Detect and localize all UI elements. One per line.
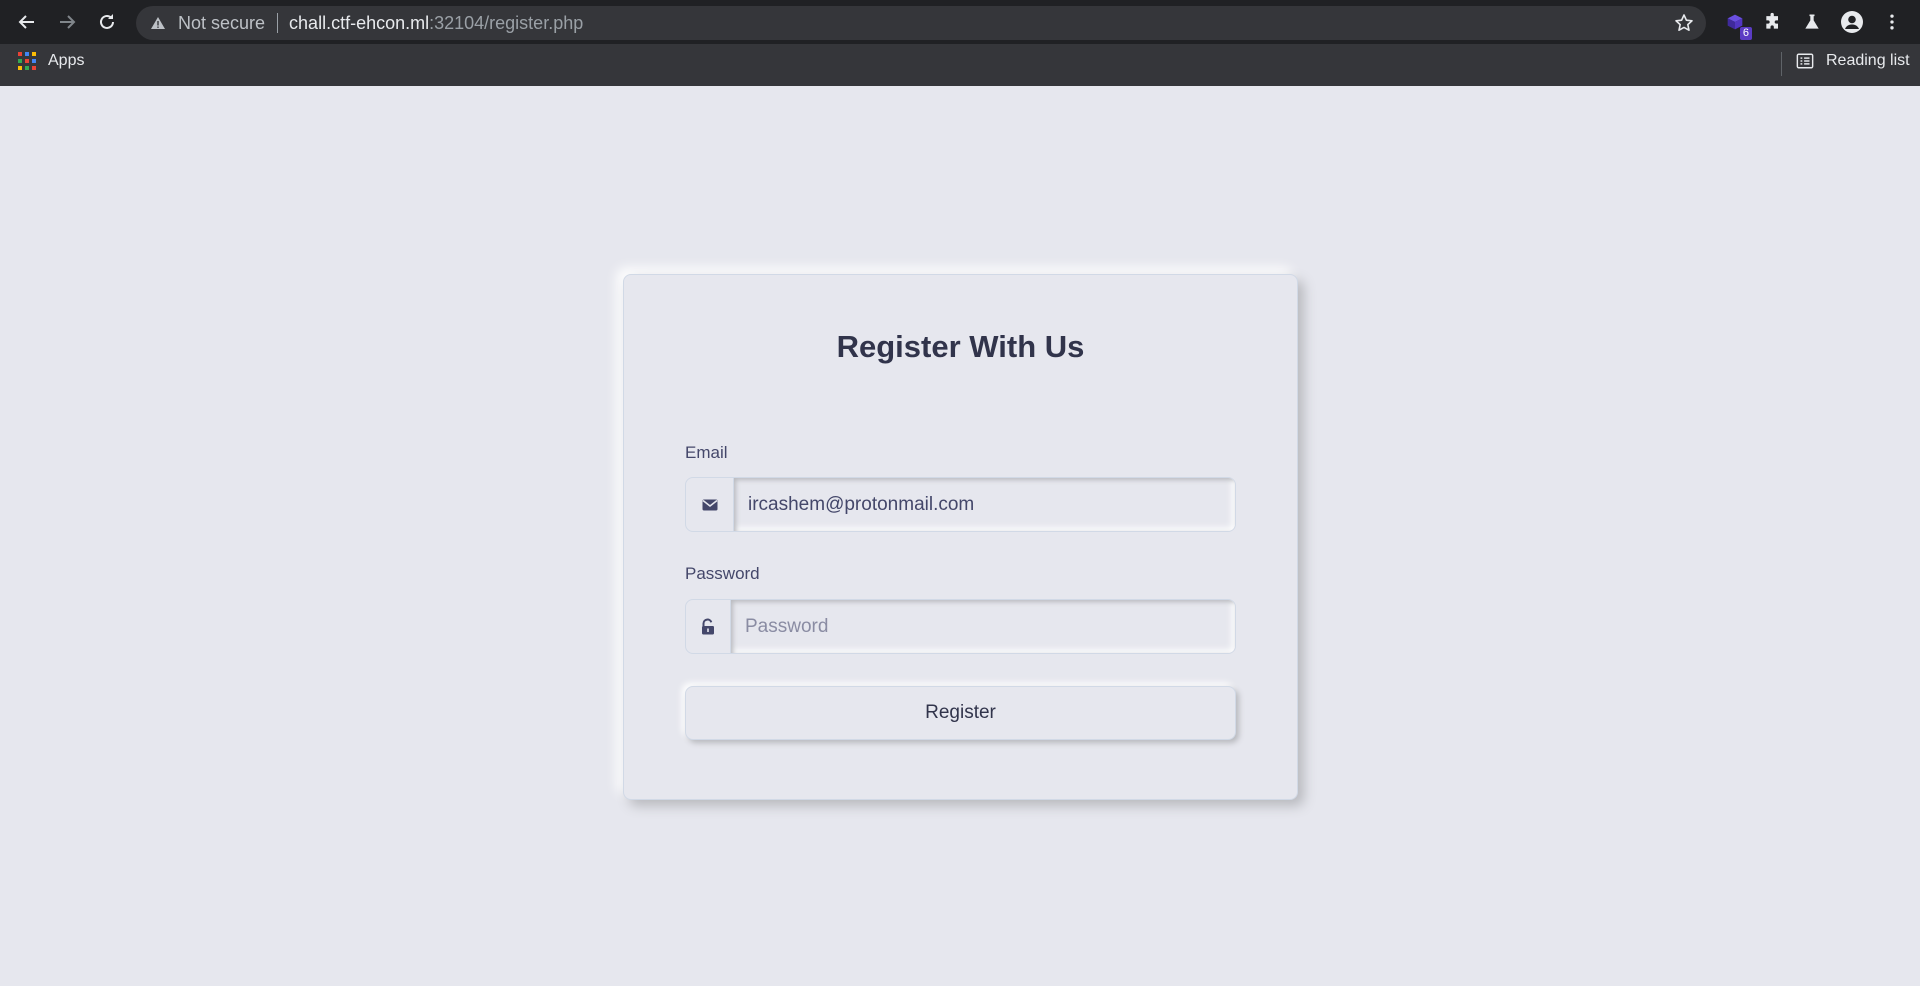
reading-list-icon xyxy=(1796,53,1814,69)
reload-button[interactable] xyxy=(93,8,121,36)
envelope-icon xyxy=(686,478,734,531)
email-field[interactable] xyxy=(734,478,1235,531)
register-button[interactable]: Register xyxy=(685,686,1236,740)
bookmarks-bar xyxy=(0,44,1920,86)
back-icon xyxy=(18,15,34,29)
menu-icon xyxy=(1890,14,1894,30)
apps-label: Apps xyxy=(48,52,85,69)
unlock-icon xyxy=(686,600,731,653)
reading-list-button[interactable]: Reading list xyxy=(1796,52,1910,70)
address-bar[interactable]: Not secure chall.ctf-ehcon.ml:32104/regi… xyxy=(136,6,1706,40)
browser-toolbar: Not secure chall.ctf-ehcon.ml:32104/regi… xyxy=(0,0,1920,44)
password-label: Password xyxy=(685,564,760,583)
password-field[interactable] xyxy=(731,600,1235,653)
extensions-button[interactable] xyxy=(1761,10,1785,34)
extension-button[interactable]: 6 xyxy=(1723,10,1752,40)
labs-button[interactable] xyxy=(1800,10,1824,34)
puzzle-icon xyxy=(1766,12,1778,29)
bookmarks-divider xyxy=(1781,52,1782,76)
register-card: Register With Us Email Password Register xyxy=(623,274,1298,800)
reading-list-label: Reading list xyxy=(1826,52,1910,69)
email-input-group xyxy=(685,477,1236,532)
back-button[interactable] xyxy=(13,8,41,36)
page-title: Register With Us xyxy=(836,329,1085,364)
password-input-group xyxy=(685,599,1236,654)
security-label[interactable]: Not secure xyxy=(178,13,265,34)
profile-button[interactable] xyxy=(1840,10,1864,34)
profile-icon xyxy=(1841,11,1863,33)
menu-button[interactable] xyxy=(1880,10,1904,34)
extension-badge: 6 xyxy=(1739,27,1752,40)
labs-icon xyxy=(1805,14,1819,29)
warning-icon xyxy=(150,15,166,31)
apps-grid-icon xyxy=(18,52,36,70)
email-label: Email xyxy=(685,443,728,462)
url-host: chall.ctf-ehcon.ml xyxy=(289,12,430,33)
url-path: :32104/register.php xyxy=(429,12,584,33)
forward-icon xyxy=(60,15,76,29)
omnibox-separator xyxy=(277,13,279,33)
star-icon[interactable] xyxy=(1674,13,1694,33)
reload-icon xyxy=(100,14,114,29)
apps-shortcut[interactable]: Apps xyxy=(18,52,84,70)
forward-button[interactable] xyxy=(53,8,81,36)
